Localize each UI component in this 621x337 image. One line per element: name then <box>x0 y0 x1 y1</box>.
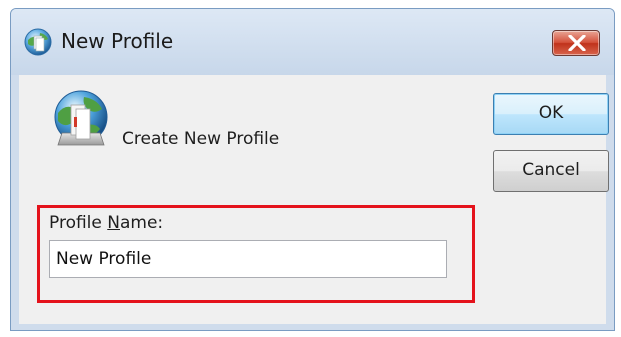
profile-name-label: Profile Name: <box>49 213 163 233</box>
close-button[interactable] <box>552 30 600 56</box>
dialog-body: Create New Profile OK Cancel Profile Nam… <box>19 75 609 324</box>
ok-button[interactable]: OK <box>493 93 609 135</box>
title-bar[interactable]: New Profile <box>11 9 614 75</box>
profile-name-input[interactable] <box>49 240 447 278</box>
access-key-letter: N <box>107 213 120 233</box>
profile-name-label-end: ame: <box>119 213 164 233</box>
new-profile-dialog: New Profile Create New Profile OK Cancel… <box>10 8 615 331</box>
close-icon <box>568 35 586 51</box>
dialog-heading: Create New Profile <box>122 129 280 149</box>
profile-globe-icon <box>48 87 114 153</box>
cancel-button[interactable]: Cancel <box>493 150 609 192</box>
profile-name-label-start: Profile <box>49 213 108 233</box>
profile-globe-icon <box>23 27 53 57</box>
window-title: New Profile <box>61 29 174 53</box>
